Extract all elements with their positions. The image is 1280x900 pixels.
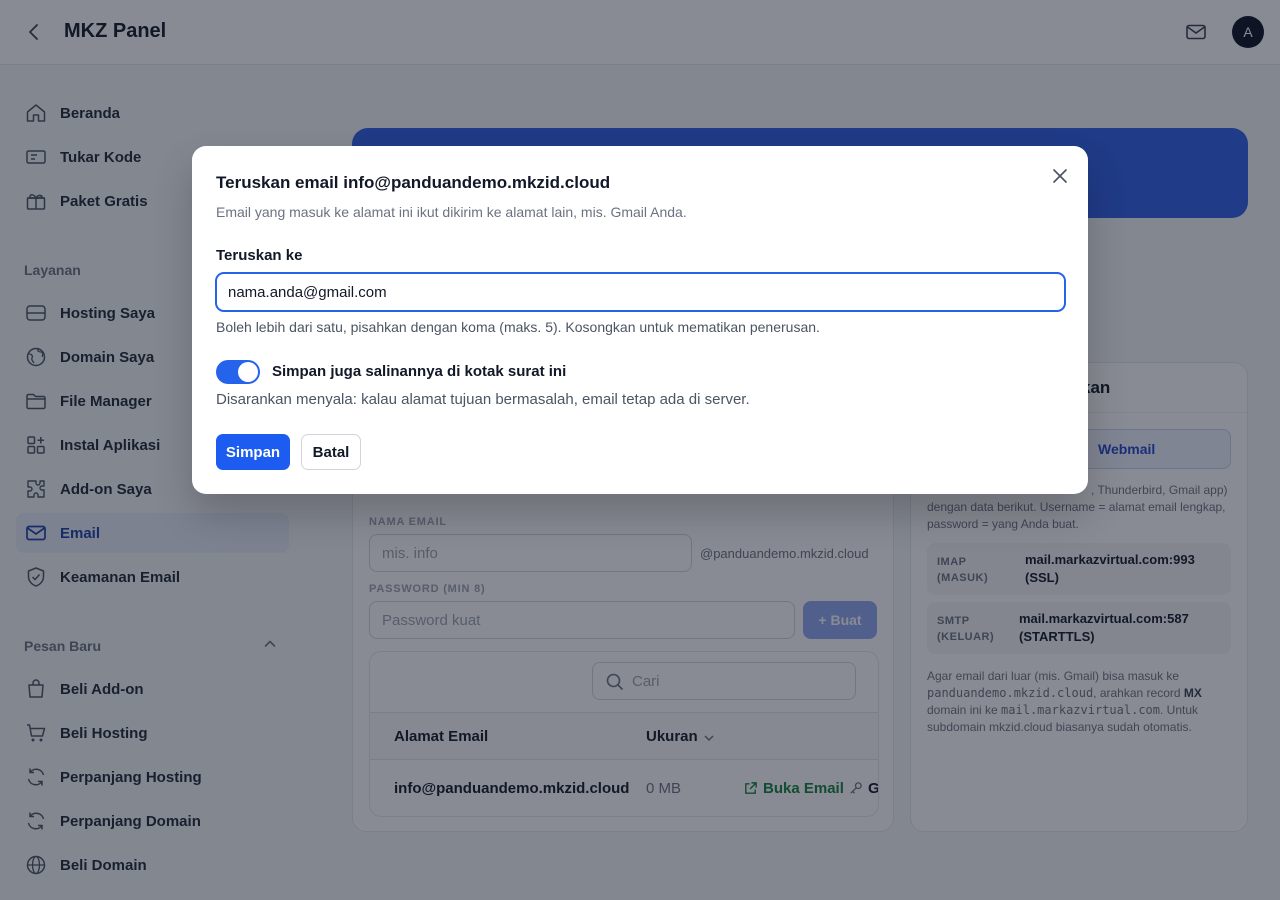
dialog-subtitle: Email yang masuk ke alamat ini ikut diki… bbox=[216, 204, 687, 220]
toggle-knob bbox=[238, 362, 258, 382]
close-button[interactable] bbox=[1048, 164, 1072, 188]
cancel-button[interactable]: Batal bbox=[301, 434, 361, 470]
forward-email-dialog: Teruskan email info@panduandemo.mkzid.cl… bbox=[192, 146, 1088, 494]
keep-copy-label[interactable]: Simpan juga salinannya di kotak surat in… bbox=[272, 363, 566, 380]
forward-to-label: Teruskan ke bbox=[216, 247, 303, 264]
close-icon bbox=[1053, 169, 1067, 183]
forward-to-hint: Boleh lebih dari satu, pisahkan dengan k… bbox=[216, 319, 820, 335]
save-button[interactable]: Simpan bbox=[216, 434, 290, 470]
keep-copy-toggle[interactable] bbox=[216, 360, 260, 384]
keep-copy-hint: Disarankan menyala: kalau alamat tujuan … bbox=[216, 391, 750, 408]
forward-to-input[interactable] bbox=[215, 272, 1066, 312]
dialog-title: Teruskan email info@panduandemo.mkzid.cl… bbox=[216, 173, 611, 192]
